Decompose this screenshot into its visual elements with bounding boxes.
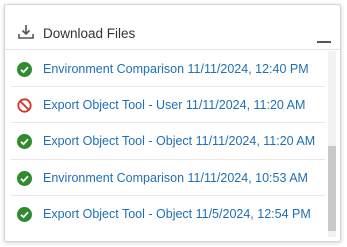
check-circle-icon (17, 62, 32, 77)
download-icon (17, 23, 35, 41)
download-item[interactable]: Export Object Tool - User 11/11/2024, 11… (11, 87, 325, 124)
download-item[interactable]: Environment Comparison 11/11/2024, 12:40… (11, 51, 325, 88)
scrollbar-track[interactable] (328, 51, 336, 237)
download-item-label[interactable]: Export Object Tool - User 11/11/2024, 11… (43, 98, 323, 112)
minimize-button[interactable] (316, 29, 332, 45)
download-item-label[interactable]: Environment Comparison 11/11/2024, 10:53… (43, 171, 323, 185)
download-item[interactable]: Export Object Tool - Object 11/11/2024, … (11, 123, 325, 160)
download-item-label[interactable]: Environment Comparison 11/11/2024, 12:40… (43, 62, 323, 76)
panel-title: Download Files (43, 26, 136, 41)
download-item-label[interactable]: Export Object Tool - Object 11/11/2024, … (43, 134, 323, 148)
check-circle-icon (17, 170, 32, 186)
check-circle-icon (17, 134, 32, 150)
download-list: Environment Comparison 11/11/2024, 12:40… (5, 51, 325, 241)
download-item[interactable]: Export Object Tool - Object 11/5/2024, 1… (11, 196, 325, 232)
scrollbar-thumb[interactable] (328, 146, 336, 231)
download-item-label[interactable]: Export Object Tool - Object 11/5/2024, 1… (43, 207, 323, 221)
check-circle-icon (17, 206, 32, 222)
download-item[interactable]: Environment Comparison 11/11/2024, 10:53… (11, 160, 325, 196)
download-files-panel: Download Files Environment Comparison 11… (4, 4, 341, 242)
prohibited-icon (17, 98, 32, 113)
panel-header: Download Files (5, 5, 340, 50)
